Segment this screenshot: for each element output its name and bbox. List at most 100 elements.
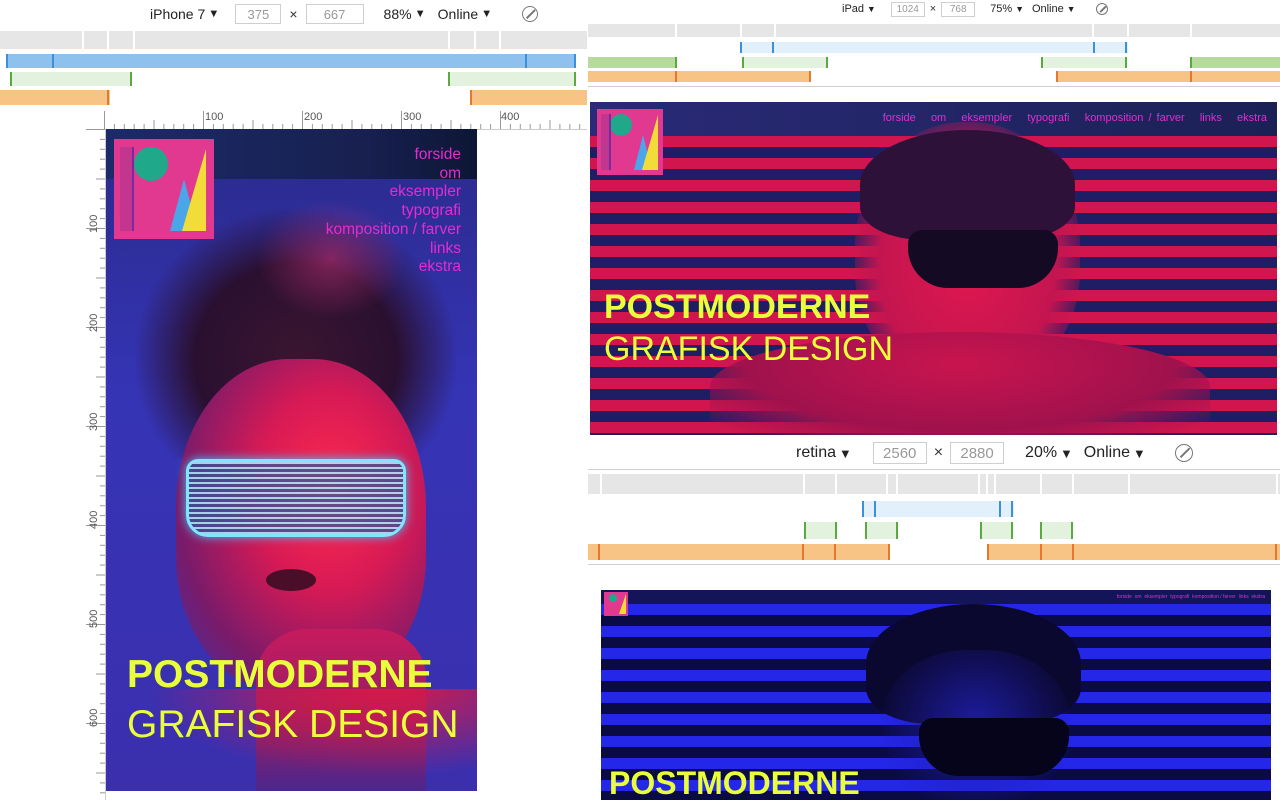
mq-green-bar[interactable] xyxy=(588,57,676,68)
nav-links[interactable]: links xyxy=(1200,112,1222,124)
mq-green-bar[interactable] xyxy=(742,57,828,68)
nav-links[interactable]: links xyxy=(1239,594,1249,600)
nav-typografi[interactable]: typografi xyxy=(1027,112,1069,124)
mq-tick xyxy=(574,54,576,68)
desktop-height-input[interactable] xyxy=(950,442,1005,464)
mq-tick xyxy=(107,90,109,105)
mq-green-bar[interactable] xyxy=(448,72,576,86)
times-icon: × xyxy=(289,6,298,22)
tablet-network-select[interactable]: Online ▼ xyxy=(1032,3,1076,15)
phone-zoom-select[interactable]: 88% ▼ xyxy=(384,6,426,22)
phone-zoom-value: 88% xyxy=(383,6,412,22)
nav-om[interactable]: om xyxy=(931,112,946,124)
ruler-label: 400 xyxy=(501,111,520,123)
phone-device-select[interactable]: iPhone 7 ▼ xyxy=(150,6,219,22)
mq-orange-bar[interactable] xyxy=(0,90,110,105)
mq-tick xyxy=(1128,474,1130,494)
mq-orange-bar[interactable] xyxy=(588,71,811,82)
chevron-down-icon: ▼ xyxy=(481,8,493,20)
mq-blue-bar[interactable] xyxy=(740,42,1128,53)
mq-green-bar[interactable] xyxy=(804,522,837,539)
rotate-icon[interactable] xyxy=(1096,3,1109,15)
ruler-label: 400 xyxy=(88,510,100,529)
nav-komposition-farver[interactable]: komposition / farver xyxy=(1192,594,1236,600)
mq-tick xyxy=(600,474,602,494)
phone-network-value: Online xyxy=(437,6,479,22)
nav-typografi[interactable]: typografi xyxy=(326,202,461,221)
mq-tick xyxy=(886,474,888,494)
ruler-label: 100 xyxy=(205,111,224,123)
nav-eksempler[interactable]: eksempler xyxy=(326,183,462,202)
nav-eksempler[interactable]: eksempler xyxy=(1144,594,1167,600)
chevron-down-icon: ▼ xyxy=(839,445,852,461)
phone-device-toolbar: iPhone 7 ▼ × 88% ▼ Online ▼ xyxy=(150,3,539,25)
mq-max-width-bar[interactable] xyxy=(588,24,1280,37)
nav-forside[interactable]: forside xyxy=(1117,594,1132,600)
mq-green-bar[interactable] xyxy=(1190,57,1280,68)
nav-ekstra[interactable]: ekstra xyxy=(1237,112,1267,124)
logo-bar-left xyxy=(120,147,134,231)
mq-tick xyxy=(448,72,450,86)
nav-ekstra[interactable]: ekstra xyxy=(326,258,461,277)
logo[interactable] xyxy=(114,139,214,239)
nav-komposition-farver[interactable]: komposition / farver xyxy=(326,221,461,240)
mq-tick xyxy=(1072,544,1074,560)
mq-green-bar[interactable] xyxy=(980,522,1013,539)
times-icon: × xyxy=(929,3,937,15)
nav-eksempler[interactable]: eksempler xyxy=(961,112,1012,124)
mq-tick xyxy=(803,474,805,494)
mq-blue-bar[interactable] xyxy=(6,54,576,68)
mq-tick xyxy=(82,31,84,49)
tablet-height-input[interactable] xyxy=(941,1,976,17)
mq-tick xyxy=(1125,57,1127,68)
nav-typografi[interactable]: typografi xyxy=(1170,594,1189,600)
mq-tick xyxy=(980,522,982,539)
mq-max-width-bar[interactable] xyxy=(588,474,1280,494)
nav-komposition-farver[interactable]: komposition / farver xyxy=(1085,112,1185,124)
phone-network-select[interactable]: Online ▼ xyxy=(438,6,493,22)
nav-om[interactable]: om xyxy=(326,165,461,184)
mq-tick xyxy=(742,57,744,68)
nav-forside[interactable]: forside xyxy=(883,112,916,124)
logo[interactable] xyxy=(597,109,663,175)
tablet-device-select[interactable]: iPad ▼ xyxy=(842,3,876,15)
desktop-network-value: Online xyxy=(1083,444,1130,461)
nav-om[interactable]: om xyxy=(1135,594,1142,600)
mq-tick xyxy=(826,57,828,68)
chevron-down-icon: ▼ xyxy=(867,4,876,14)
mq-green-bar[interactable] xyxy=(10,72,132,86)
phone-height-input[interactable] xyxy=(305,4,364,24)
phone-nav: forside om eksempler typografi kompositi… xyxy=(326,146,461,277)
desktop-zoom-select[interactable]: 20% ▼ xyxy=(1025,444,1073,462)
mq-green-bar[interactable] xyxy=(1040,522,1073,539)
mq-green-bar[interactable] xyxy=(1041,57,1127,68)
mq-tick xyxy=(1127,24,1129,37)
nav-ekstra[interactable]: ekstra xyxy=(1251,594,1265,600)
mq-tick xyxy=(1056,71,1058,82)
tablet-zoom-select[interactable]: 75% ▼ xyxy=(990,3,1024,15)
hero-title: POSTMODERNE xyxy=(127,653,433,696)
tablet-width-input[interactable] xyxy=(890,1,925,17)
desktop-device-select[interactable]: retina ▼ xyxy=(796,444,852,462)
mq-orange-bar[interactable] xyxy=(588,544,890,560)
lips-shape xyxy=(266,569,316,591)
mq-orange-bar[interactable] xyxy=(1056,71,1280,82)
mq-orange-bar[interactable] xyxy=(987,544,1280,560)
mq-tick xyxy=(865,522,867,539)
mq-blue-bar[interactable] xyxy=(862,501,1014,517)
ruler-label: 200 xyxy=(88,313,100,332)
mq-orange-bar[interactable] xyxy=(470,90,587,105)
glasses-shape xyxy=(186,459,406,537)
figure-hair xyxy=(860,130,1075,240)
mq-green-bar[interactable] xyxy=(865,522,898,539)
rotate-icon[interactable] xyxy=(522,6,539,22)
rotate-icon[interactable] xyxy=(1174,444,1193,462)
desktop-width-input[interactable] xyxy=(872,442,927,464)
nav-forside[interactable]: forside xyxy=(326,146,461,165)
mq-tick xyxy=(835,474,837,494)
phone-width-input[interactable] xyxy=(235,4,282,24)
logo[interactable] xyxy=(604,592,628,616)
nav-links[interactable]: links xyxy=(326,240,461,259)
desktop-network-select[interactable]: Online ▼ xyxy=(1084,444,1146,462)
sunglasses-shape xyxy=(919,718,1069,776)
